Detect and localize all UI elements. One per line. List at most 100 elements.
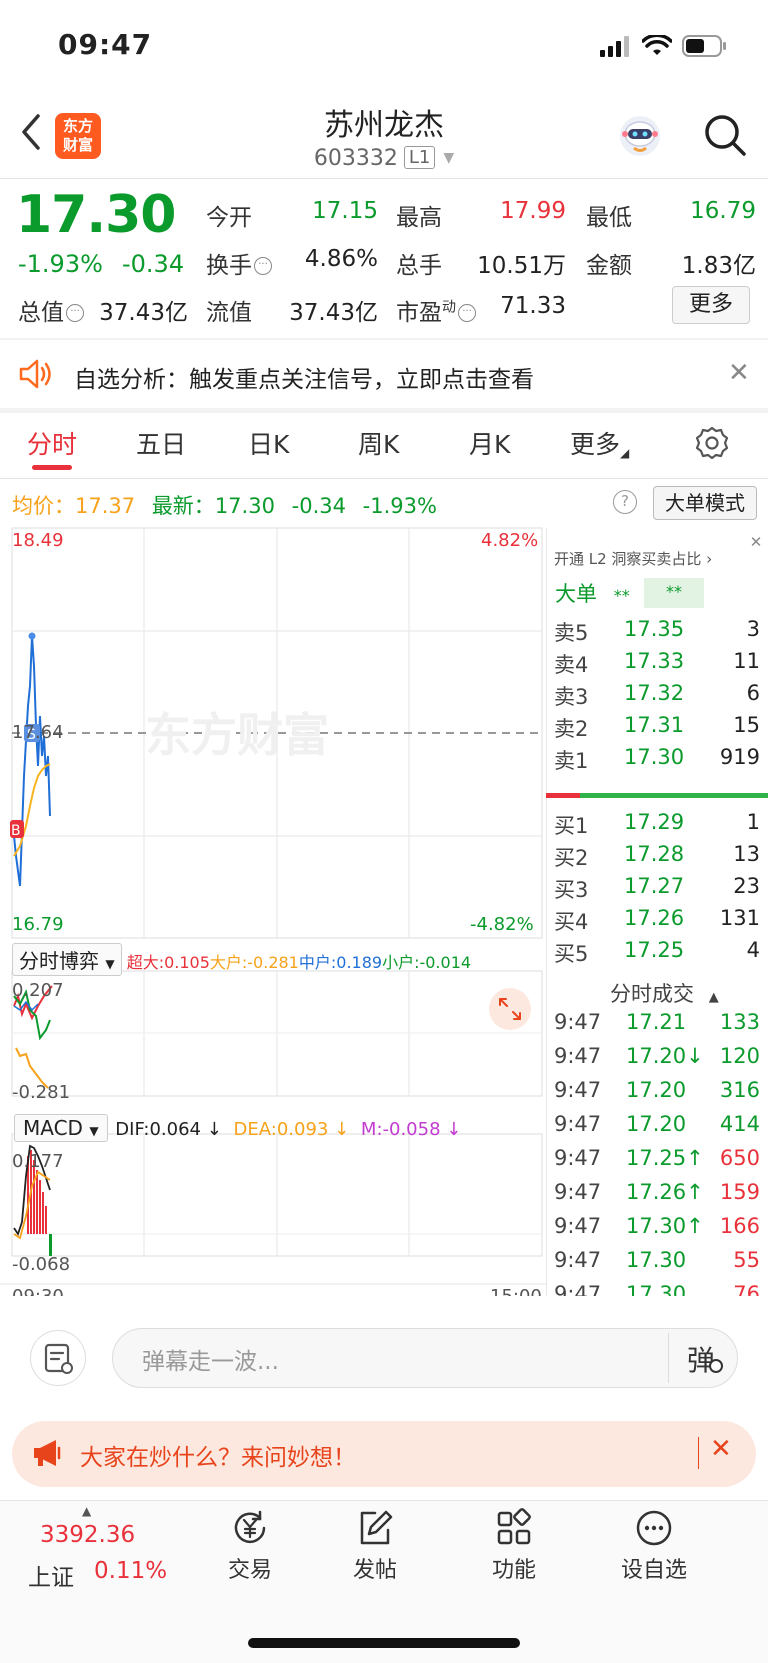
features-button[interactable]: 功能 — [464, 1508, 564, 1588]
indicator-select[interactable]: 分时博弈 ▼ — [12, 943, 122, 976]
megaphone-icon — [34, 1440, 61, 1466]
order-vol: 6 — [746, 681, 760, 705]
low-label: 最低 — [586, 205, 632, 231]
order-label: 买4 — [554, 910, 589, 934]
divider — [546, 528, 547, 1308]
alert-text: 自选分析：触发重点关注信号，立即点击查看 — [74, 367, 534, 393]
macd-y-max: 0.177 — [12, 1151, 64, 1172]
tick-time: 9:47 — [554, 1146, 602, 1170]
tab-five-day[interactable]: 五日 — [136, 425, 186, 461]
divider — [698, 1437, 699, 1469]
order-vol: 13 — [733, 842, 760, 866]
order-vol: 4 — [746, 938, 760, 962]
order-vol: 23 — [733, 874, 760, 898]
info-icon: ··· — [254, 257, 272, 275]
search-button[interactable] — [702, 112, 748, 158]
change-amount: -0.34 — [122, 250, 185, 278]
caret-up-icon: ▲ — [708, 990, 719, 1005]
mktcap-label[interactable]: 总值 ··· — [18, 293, 84, 327]
add-watchlist-button[interactable]: 设自选 — [604, 1508, 704, 1588]
tab-intraday[interactable]: 分时 — [27, 425, 77, 461]
index-value[interactable]: 3392.36 — [40, 1522, 135, 1548]
tab-daily-k[interactable]: 日K — [248, 425, 289, 461]
big-order-label: 大单 ** — [555, 582, 630, 606]
danmaku-settings-button[interactable] — [30, 1330, 86, 1386]
status-time: 09:47 — [58, 28, 153, 61]
tick-time: 9:47 — [554, 1010, 602, 1034]
assistant-robot-button[interactable] — [616, 112, 664, 160]
close-icon[interactable]: ✕ — [728, 358, 750, 388]
turnover-label[interactable]: 换手 ··· — [206, 246, 272, 280]
more-quote-button[interactable]: 更多 — [672, 286, 750, 324]
close-icon[interactable]: ✕ — [710, 1434, 732, 1464]
high-label: 最高 — [396, 205, 442, 231]
settings-gear-icon[interactable] — [694, 425, 730, 461]
order-vol: 919 — [719, 745, 760, 769]
tick-time: 9:47 — [554, 1248, 602, 1272]
index-name: 上证 — [28, 1565, 74, 1591]
home-indicator — [248, 1638, 520, 1648]
tab-monthly-k[interactable]: 月K — [469, 425, 510, 461]
order-price: 17.29 — [624, 810, 685, 834]
caret-up-icon: ▲ — [82, 1504, 92, 1518]
tick-vol: 414 — [719, 1112, 760, 1136]
tick-vol: 166 — [719, 1214, 760, 1238]
order-price: 17.25 — [624, 938, 685, 962]
volume-value: 10.51万 — [477, 253, 566, 279]
close-icon[interactable]: ✕ — [744, 533, 768, 555]
y-axis-mid: 17.64 — [12, 722, 64, 743]
trade-button[interactable]: 交易 — [200, 1508, 300, 1588]
open-value: 17.15 — [312, 198, 378, 224]
amount-label: 金额 — [586, 253, 632, 279]
order-price: 17.30 — [624, 745, 685, 769]
edit-icon — [360, 1510, 393, 1545]
order-label: 买1 — [554, 814, 589, 838]
bid-ask-ratio-red — [546, 793, 580, 798]
help-icon[interactable]: ? — [613, 490, 637, 514]
danmaku-off-icon — [709, 1359, 723, 1373]
pe-label[interactable]: 市盈动 ··· — [396, 293, 476, 327]
mktcap-value: 37.43亿 — [99, 300, 188, 326]
wifi-icon — [642, 35, 672, 55]
ticks-title[interactable]: 分时成交 ▲ — [610, 978, 719, 1008]
pct-axis-min: -4.82% — [470, 914, 534, 935]
divider — [0, 178, 768, 179]
trade-yuan-icon — [234, 1510, 266, 1544]
intraday-chart[interactable]: 东方财富 S B — [0, 526, 546, 1286]
tick-time: 9:47 — [554, 1180, 602, 1204]
tick-time: 9:47 — [554, 1112, 602, 1136]
tick-time: 9:47 — [554, 1214, 602, 1238]
order-label: 买5 — [554, 942, 589, 966]
tick-vol: 650 — [719, 1146, 760, 1170]
pct-axis-max: 4.82% — [481, 530, 539, 551]
order-vol: 3 — [746, 617, 760, 641]
last-price: 17.30 — [16, 185, 176, 245]
battery-icon — [682, 35, 726, 57]
post-button[interactable]: 发帖 — [325, 1508, 425, 1588]
l2-upgrade-banner[interactable]: 开通 L2 洞察买卖占比 › — [554, 548, 712, 569]
caret-down-icon: ▼ — [443, 150, 455, 166]
grid-icon — [497, 1508, 531, 1545]
tick-vol: 316 — [719, 1078, 760, 1102]
tick-vol: 159 — [719, 1180, 760, 1204]
tab-weekly-k[interactable]: 周K — [358, 425, 399, 461]
tick-row: 9:47 17.30↑ 166 — [554, 1214, 760, 1248]
big-order-mode-button[interactable]: 大单模式 — [653, 486, 757, 520]
tick-price: 17.21 — [626, 1010, 687, 1034]
level-tag: L1 — [403, 146, 436, 169]
tick-price: 17.30 — [626, 1248, 687, 1272]
order-row: 卖2 17.31 15 — [554, 713, 760, 745]
macd-select[interactable]: MACD ▼ — [14, 1114, 108, 1142]
expand-icon[interactable] — [489, 988, 531, 1030]
divider — [0, 408, 768, 413]
tick-row: 9:47 17.20↓ 120 — [554, 1044, 760, 1078]
macd-header: MACD ▼ DIF:0.064 ↓ DEA:0.093 ↓ M:-0.058 … — [14, 1114, 461, 1142]
chart-price-summary: 均价：17.37 最新：17.30 -0.34 -1.93% — [12, 494, 437, 518]
tick-price: 17.30↑ — [626, 1214, 704, 1238]
danmaku-toggle-button[interactable]: 弹 — [668, 1333, 734, 1383]
more-circle-icon — [636, 1510, 672, 1546]
panel2-y-min: -0.281 — [12, 1082, 71, 1103]
amount-value: 1.83亿 — [681, 253, 756, 279]
order-vol: 1 — [746, 810, 760, 834]
tab-more[interactable]: 更多◢ — [570, 425, 629, 461]
